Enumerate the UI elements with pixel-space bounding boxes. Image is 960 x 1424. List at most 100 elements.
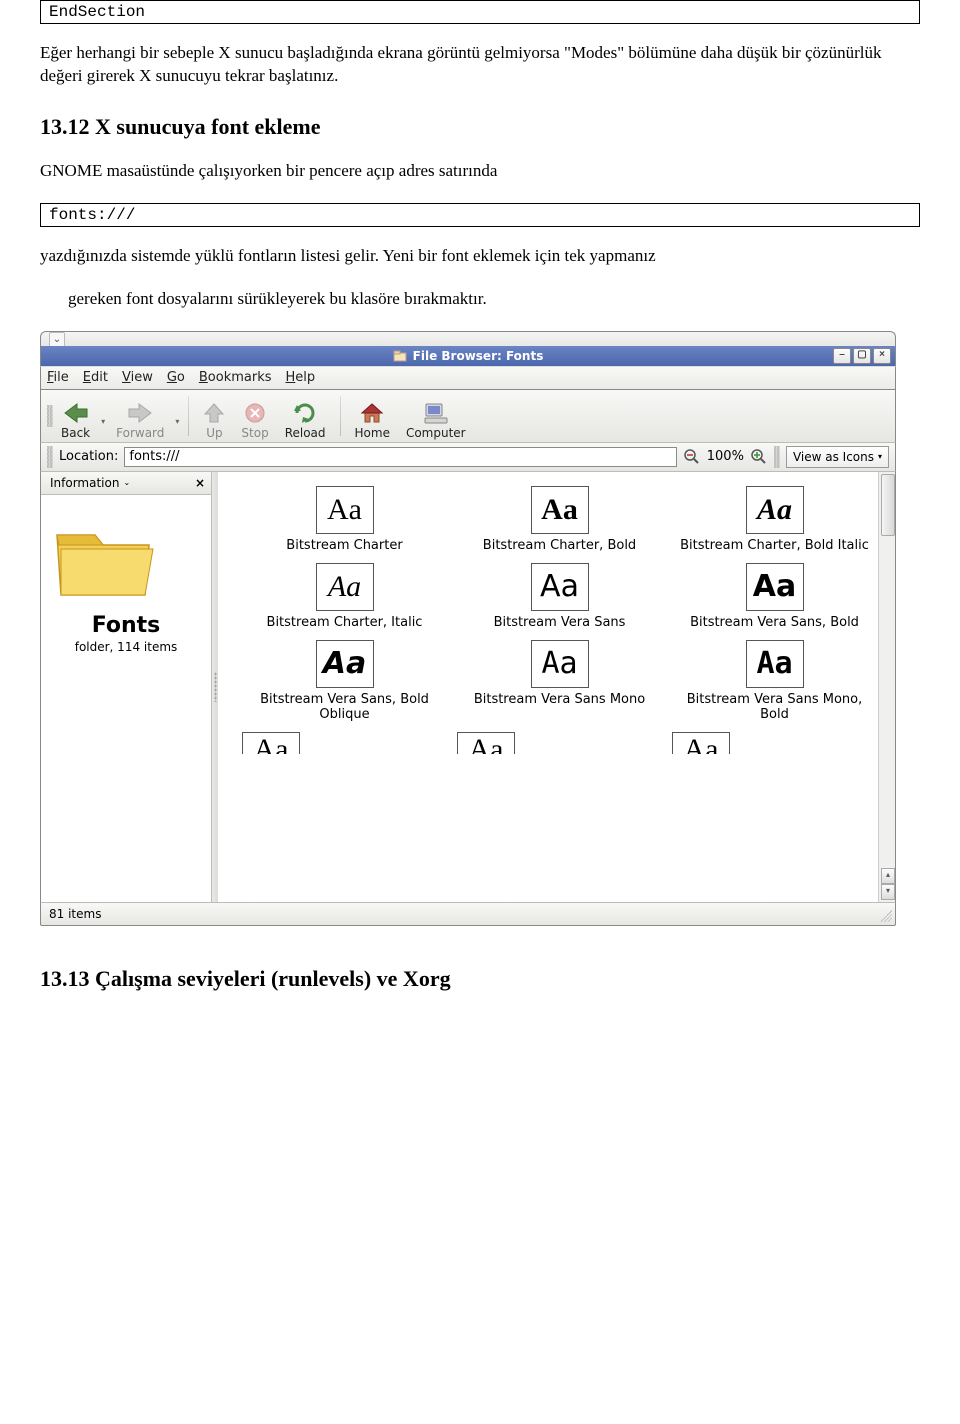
font-preview-icon: Aa — [242, 732, 300, 754]
font-preview-icon: Aa — [672, 732, 730, 754]
forward-dropdown-icon[interactable]: ▾ — [172, 405, 182, 426]
font-item[interactable]: Aa Bitstream Vera Sans Mono, Bold — [672, 640, 877, 722]
up-arrow-icon — [203, 400, 225, 426]
section-13-13-title: 13.13 Çalışma seviyeleri (runlevels) ve … — [40, 966, 920, 992]
file-browser-body: Information ⌄ × Fonts folder, 114 it — [40, 472, 896, 902]
code-text: fonts:/// — [49, 206, 135, 224]
shelf-bar: ⌄ — [40, 331, 896, 346]
menu-bookmarks[interactable]: Bookmarks — [199, 370, 272, 385]
reload-button[interactable]: Reload — [277, 390, 334, 442]
side-panel-header: Information ⌄ × — [41, 472, 211, 495]
menubar: File Edit View Go Bookmarks Help — [40, 366, 896, 390]
menu-file[interactable]: File — [47, 370, 69, 385]
location-grip-icon[interactable] — [47, 446, 53, 468]
home-button[interactable]: Home — [347, 390, 398, 442]
stop-icon — [244, 400, 266, 426]
zoom-in-button[interactable] — [750, 448, 768, 466]
chevron-down-icon: ⌄ — [123, 478, 130, 487]
scroll-down-icon[interactable]: ▾ — [881, 884, 895, 900]
up-label: Up — [206, 426, 222, 440]
side-panel-name: Information — [50, 476, 119, 490]
font-item[interactable]: Aa Bitstream Vera Sans — [457, 563, 662, 630]
status-text: 81 items — [49, 907, 101, 921]
folder-info: folder, 114 items — [49, 640, 203, 654]
paragraph-3: yazdığınızda sistemde yüklü fontların li… — [40, 245, 920, 268]
zoom-level: 100% — [707, 449, 744, 464]
location-label: Location: — [59, 449, 118, 464]
up-button[interactable]: Up — [195, 390, 233, 442]
location-grip2-icon[interactable] — [774, 446, 780, 468]
location-input[interactable] — [124, 447, 676, 467]
font-item-partial[interactable]: Aa — [672, 732, 877, 754]
side-panel-close-icon[interactable]: × — [195, 476, 205, 490]
back-button[interactable]: Back — [53, 390, 98, 442]
window-maximize-button[interactable]: ▢ — [853, 348, 871, 364]
font-preview-icon: Aa — [457, 732, 515, 754]
computer-label: Computer — [406, 426, 466, 440]
menu-go[interactable]: Go — [167, 370, 185, 385]
side-panel-content: Fonts folder, 114 items — [41, 495, 211, 902]
stop-button[interactable]: Stop — [233, 390, 276, 442]
scroll-up-icon[interactable]: ▴ — [881, 868, 895, 884]
menu-edit[interactable]: Edit — [83, 370, 108, 385]
font-item[interactable]: Aa Bitstream Charter, Bold — [457, 486, 662, 553]
view-as-label: View as Icons — [793, 450, 874, 464]
font-item[interactable]: Aa Bitstream Charter — [242, 486, 447, 553]
scroll-thumb[interactable] — [881, 474, 895, 536]
resize-grip-icon[interactable] — [880, 910, 892, 922]
toolbar: Back ▾ Forward ▾ Up Stop — [40, 390, 896, 443]
paragraph-1: Eğer herhangi bir sebeple X sunucu başla… — [40, 42, 920, 88]
reload-icon — [293, 400, 317, 426]
home-label: Home — [355, 426, 390, 440]
chevron-down-icon: ▾ — [878, 452, 882, 461]
window-minimize-button[interactable]: – — [833, 348, 851, 364]
font-label: Bitstream Charter — [286, 538, 402, 553]
font-preview-icon: Aa — [316, 563, 374, 611]
font-preview-icon: Aa — [746, 486, 804, 534]
paragraph-2: GNOME masaüstünde çalışıyorken bir pence… — [40, 160, 920, 183]
back-arrow-icon — [63, 400, 89, 426]
font-label: Bitstream Vera Sans, Bold Oblique — [242, 692, 447, 722]
side-panel-selector[interactable]: Information ⌄ — [47, 475, 133, 491]
font-item[interactable]: Aa Bitstream Vera Sans Mono — [457, 640, 662, 722]
font-item[interactable]: Aa Bitstream Vera Sans, Bold — [672, 563, 877, 630]
reload-label: Reload — [285, 426, 326, 440]
view-as-dropdown[interactable]: View as Icons ▾ — [786, 446, 889, 468]
window-close-button[interactable]: × — [873, 348, 891, 364]
code-fonts-url: fonts:/// — [40, 203, 920, 227]
forward-arrow-icon — [127, 400, 153, 426]
file-browser-window: ⌄ File Browser: Fonts – ▢ × File Edit Vi… — [40, 331, 896, 926]
code-endsection: EndSection — [40, 0, 920, 24]
forward-label: Forward — [116, 426, 164, 440]
font-item[interactable]: Aa Bitstream Charter, Bold Italic — [672, 486, 877, 553]
font-preview-icon: Aa — [531, 486, 589, 534]
font-preview-icon: Aa — [746, 563, 804, 611]
toolbar-separator-2 — [340, 396, 341, 436]
font-item[interactable]: Aa Bitstream Charter, Italic — [242, 563, 447, 630]
paragraph-3b: gereken font dosyalarını sürükleyerek bu… — [68, 288, 920, 311]
font-label: Bitstream Vera Sans Mono, Bold — [672, 692, 877, 722]
window-titlebar[interactable]: File Browser: Fonts – ▢ × — [40, 346, 896, 366]
font-label: Bitstream Vera Sans — [494, 615, 626, 630]
font-label: Bitstream Vera Sans Mono — [474, 692, 645, 707]
home-icon — [360, 400, 384, 426]
zoom-out-button[interactable] — [683, 448, 701, 466]
computer-icon — [423, 400, 449, 426]
font-preview-icon: Aa — [316, 486, 374, 534]
section-13-12-title: 13.12 X sunucuya font ekleme — [40, 114, 920, 140]
font-item-partial[interactable]: Aa — [242, 732, 447, 754]
icon-view[interactable]: Aa Bitstream Charter Aa Bitstream Charte… — [218, 472, 895, 902]
location-bar: Location: 100% View as Icons ▾ — [40, 443, 896, 472]
computer-button[interactable]: Computer — [398, 390, 474, 442]
code-text: EndSection — [49, 3, 145, 21]
vertical-scrollbar[interactable]: ▴ ▾ — [878, 472, 895, 902]
back-dropdown-icon[interactable]: ▾ — [98, 405, 108, 426]
font-preview-icon: Aa — [531, 640, 589, 688]
menu-help[interactable]: Help — [286, 370, 316, 385]
forward-button[interactable]: Forward — [108, 390, 172, 442]
font-item[interactable]: Aa Bitstream Vera Sans, Bold Oblique — [242, 640, 447, 722]
menu-view[interactable]: View — [122, 370, 153, 385]
folder-big-icon — [49, 515, 203, 605]
font-preview-icon: Aa — [316, 640, 374, 688]
font-item-partial[interactable]: Aa — [457, 732, 662, 754]
